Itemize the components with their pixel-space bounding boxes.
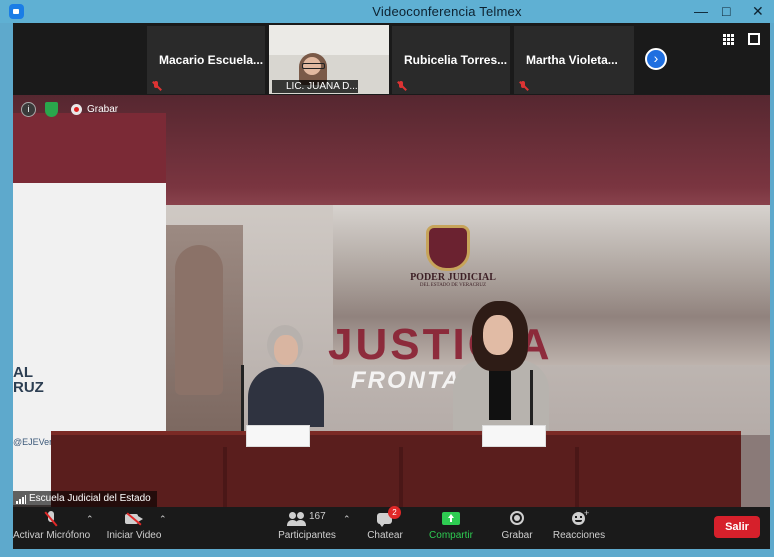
- banner-text: AL RUZ: [13, 365, 44, 395]
- chat-badge: 2: [388, 506, 401, 519]
- close-icon[interactable]: ✕: [752, 3, 764, 20]
- participant-name: Martha Violeta...: [526, 53, 618, 67]
- participant-name: Macario Escuela...: [159, 53, 264, 67]
- recording-label[interactable]: Grabar: [87, 104, 118, 115]
- participant-glasses: [302, 63, 325, 69]
- fullscreen-icon[interactable]: [748, 33, 760, 45]
- mic-muted-icon: [396, 81, 406, 91]
- minimize-icon[interactable]: —: [694, 3, 708, 19]
- participant-tile[interactable]: Macario Escuela...: [147, 26, 265, 94]
- info-icon[interactable]: i: [21, 102, 36, 117]
- leave-button[interactable]: Salir: [714, 516, 760, 538]
- nameplate-left: [247, 426, 309, 446]
- chat-icon: 2: [375, 506, 401, 527]
- chevron-right-icon[interactable]: ›: [645, 48, 667, 70]
- participants-label: Participantes: [278, 530, 336, 541]
- reactions-button[interactable]: + Reacciones: [541, 508, 617, 541]
- speaker-right-face: [483, 315, 513, 355]
- participant-tile[interactable]: Martha Violeta...: [514, 26, 634, 94]
- brand-name: PODER JUDICIAL: [410, 272, 496, 283]
- speaker-left-face: [274, 335, 298, 365]
- participant-video-tile[interactable]: LIC. JUANA D...: [269, 25, 389, 94]
- participants-icon: 167: [287, 511, 327, 527]
- start-video-label: Iniciar Video: [106, 530, 162, 541]
- window-title: Videoconferencia Telmex: [372, 4, 522, 19]
- mic-muted-icon: [518, 81, 528, 91]
- mic-off-icon: [41, 511, 61, 527]
- active-speaker-label: Escuela Judicial del Estado: [13, 491, 157, 507]
- shield-check-icon[interactable]: [45, 102, 58, 117]
- share-screen-icon: [441, 511, 461, 527]
- participants-strip: Macario Escuela... LIC. JUANA D... Rubic…: [13, 23, 770, 95]
- share-label: Compartir: [429, 530, 473, 541]
- backdrop-brand: PODER JUDICIAL DEL ESTADO DE VERACRUZ: [393, 272, 513, 288]
- share-screen-button[interactable]: Compartir: [413, 511, 489, 541]
- mic-muted-icon: [151, 81, 161, 91]
- chevron-up-icon[interactable]: ⌃: [86, 514, 94, 525]
- speaker-name: Escuela Judicial del Estado: [29, 493, 151, 504]
- record-icon: [507, 511, 527, 527]
- participant-tile[interactable]: Rubicelia Torres...: [392, 26, 510, 94]
- video-off-icon: [124, 511, 144, 527]
- speaker-right-shirt: [489, 365, 511, 420]
- sculpture-figure: [175, 245, 223, 395]
- participants-count: 167: [309, 511, 326, 522]
- unmute-label: Activar Micrófono: [13, 530, 91, 541]
- judicial-emblem-icon: [426, 225, 470, 271]
- microphone-stand: [241, 365, 244, 435]
- smiley-icon: +: [569, 508, 589, 527]
- grid-view-icon[interactable]: [723, 34, 734, 45]
- participant-name: LIC. JUANA D...: [272, 80, 358, 93]
- chevron-up-icon[interactable]: ⌃: [159, 514, 167, 525]
- desktop-background: [0, 549, 774, 557]
- meeting-toolbar: Activar Micrófono ⌃ Iniciar Video ⌃ 167 …: [13, 506, 770, 549]
- speaker-left-body: [248, 367, 324, 427]
- chat-label: Chatear: [367, 530, 403, 541]
- shared-video-feed: PODER JUDICIAL DEL ESTADO DE VERACRUZ JU…: [13, 95, 770, 507]
- banner-text-line1: AL: [13, 364, 33, 381]
- nameplate-right: [483, 426, 545, 446]
- meeting-window: Macario Escuela... LIC. JUANA D... Rubic…: [13, 23, 770, 549]
- maximize-icon[interactable]: □: [722, 3, 730, 19]
- participant-name: Rubicelia Torres...: [404, 53, 508, 67]
- brand-subtitle: DEL ESTADO DE VERACRUZ: [419, 283, 487, 288]
- reactions-label: Reacciones: [552, 530, 606, 541]
- banner-header: [13, 113, 166, 183]
- banner-text-line2: RUZ: [13, 379, 44, 396]
- chat-button[interactable]: 2 Chatear: [347, 506, 423, 541]
- record-icon: [71, 104, 82, 115]
- window-title-bar: Videoconferencia Telmex — □ ✕: [0, 0, 774, 23]
- signal-bars-icon: [16, 495, 26, 504]
- unmute-button[interactable]: Activar Micrófono: [13, 511, 91, 541]
- participants-button[interactable]: 167 Participantes: [269, 511, 345, 541]
- video-background: [269, 25, 389, 55]
